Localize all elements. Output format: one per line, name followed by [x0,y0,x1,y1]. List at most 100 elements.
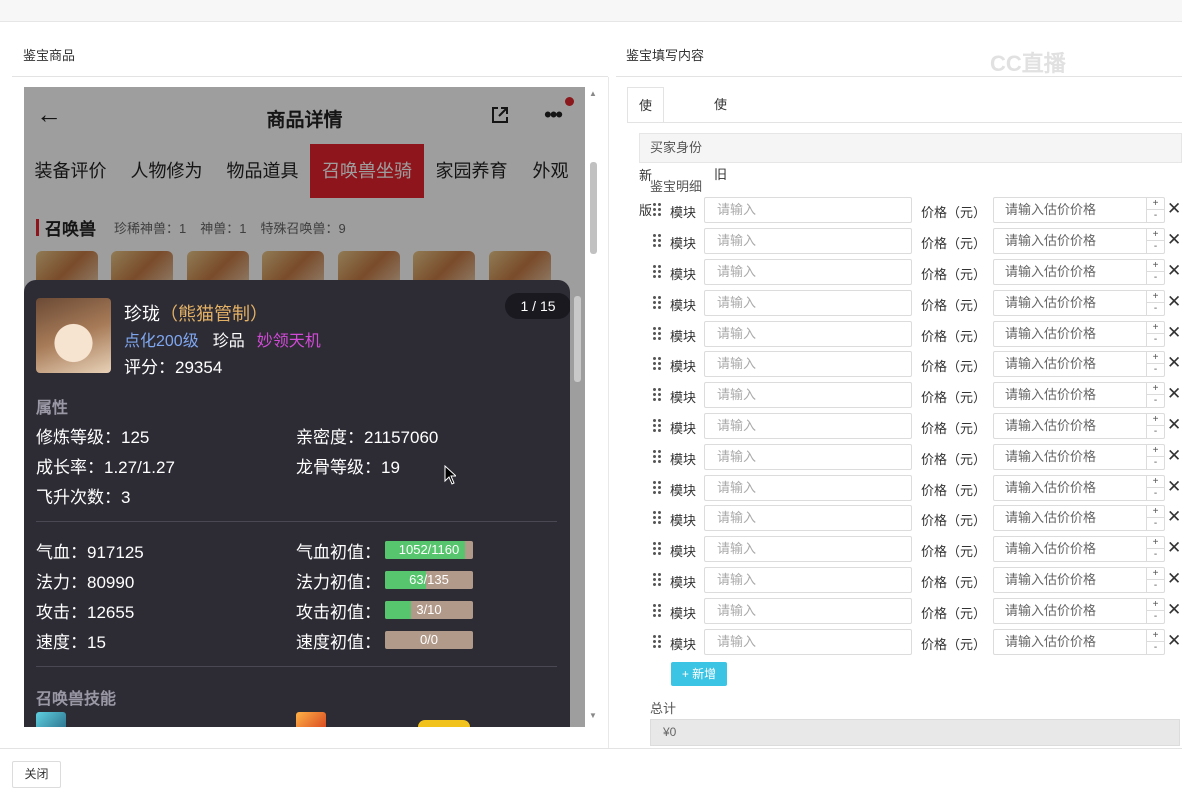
drag-handle-icon[interactable] [653,604,663,618]
price-input[interactable]: 请输入估价价格 [993,259,1165,285]
module-input[interactable]: 请输入 [704,629,912,655]
price-input[interactable]: 请输入估价价格 [993,567,1165,593]
step-down-icon[interactable]: - [1147,487,1164,499]
module-input[interactable]: 请输入 [704,197,912,223]
step-up-icon[interactable]: + [1147,537,1164,548]
scroll-up-icon[interactable]: ▲ [589,89,597,98]
step-up-icon[interactable]: + [1147,229,1164,240]
price-stepper[interactable]: + - [1146,506,1164,530]
price-stepper[interactable]: + - [1146,568,1164,592]
drag-handle-icon[interactable] [653,542,663,556]
remove-row-icon[interactable]: ✕ [1167,631,1181,651]
remove-row-icon[interactable]: ✕ [1167,230,1181,250]
price-input[interactable]: 请输入估价价格 [993,290,1165,316]
step-down-icon[interactable]: - [1147,302,1164,314]
drag-handle-icon[interactable] [653,450,663,464]
step-down-icon[interactable]: - [1147,456,1164,468]
step-down-icon[interactable]: - [1147,363,1164,375]
price-stepper[interactable]: + - [1146,291,1164,315]
step-down-icon[interactable]: - [1147,240,1164,252]
price-stepper[interactable]: + - [1146,537,1164,561]
card-scrollbar-thumb[interactable] [574,296,581,382]
step-up-icon[interactable]: + [1147,352,1164,363]
drag-handle-icon[interactable] [653,357,663,371]
step-down-icon[interactable]: - [1147,517,1164,529]
drag-handle-icon[interactable] [653,203,663,217]
drag-handle-icon[interactable] [653,511,663,525]
price-stepper[interactable]: + - [1146,260,1164,284]
step-up-icon[interactable]: + [1147,383,1164,394]
price-stepper[interactable]: + - [1146,630,1164,654]
remove-row-icon[interactable]: ✕ [1167,600,1181,620]
price-stepper[interactable]: + - [1146,198,1164,222]
price-input[interactable]: 请输入估价价格 [993,351,1165,377]
price-input[interactable]: 请输入估价价格 [993,444,1165,470]
step-up-icon[interactable]: + [1147,568,1164,579]
price-input[interactable]: 请输入估价价格 [993,197,1165,223]
price-input[interactable]: 请输入估价价格 [993,382,1165,408]
step-down-icon[interactable]: - [1147,209,1164,221]
drag-handle-icon[interactable] [653,234,663,248]
add-row-button[interactable]: + 新增 [671,662,727,686]
module-input[interactable]: 请输入 [704,598,912,624]
module-input[interactable]: 请输入 [704,382,912,408]
remove-row-icon[interactable]: ✕ [1167,199,1181,219]
step-up-icon[interactable]: + [1147,476,1164,487]
price-input[interactable]: 请输入估价价格 [993,321,1165,347]
step-up-icon[interactable]: + [1147,630,1164,641]
remove-row-icon[interactable]: ✕ [1167,446,1181,466]
step-up-icon[interactable]: + [1147,198,1164,209]
price-stepper[interactable]: + - [1146,445,1164,469]
price-input[interactable]: 请输入估价价格 [993,505,1165,531]
drag-handle-icon[interactable] [653,388,663,402]
step-down-icon[interactable]: - [1147,579,1164,591]
price-stepper[interactable]: + - [1146,599,1164,623]
step-down-icon[interactable]: - [1147,394,1164,406]
remove-row-icon[interactable]: ✕ [1167,569,1181,589]
step-up-icon[interactable]: + [1147,322,1164,333]
drag-handle-icon[interactable] [653,635,663,649]
remove-row-icon[interactable]: ✕ [1167,292,1181,312]
scroll-down-icon[interactable]: ▼ [589,711,597,720]
module-input[interactable]: 请输入 [704,259,912,285]
step-down-icon[interactable]: - [1147,333,1164,345]
price-input[interactable]: 请输入估价价格 [993,598,1165,624]
module-input[interactable]: 请输入 [704,536,912,562]
preview-scrollbar[interactable]: ▲ ▼ [588,87,598,727]
close-button[interactable]: 关闭 [12,761,61,788]
step-down-icon[interactable]: - [1147,271,1164,283]
drag-handle-icon[interactable] [653,296,663,310]
remove-row-icon[interactable]: ✕ [1167,353,1181,373]
price-input[interactable]: 请输入估价价格 [993,475,1165,501]
scrollbar-thumb[interactable] [590,162,597,254]
remove-row-icon[interactable]: ✕ [1167,384,1181,404]
module-input[interactable]: 请输入 [704,290,912,316]
tab-new-version[interactable]: 使用新版 [627,87,665,218]
drag-handle-icon[interactable] [653,419,663,433]
step-up-icon[interactable]: + [1147,260,1164,271]
step-up-icon[interactable]: + [1147,291,1164,302]
price-stepper[interactable]: + - [1146,476,1164,500]
remove-row-icon[interactable]: ✕ [1167,261,1181,281]
remove-row-icon[interactable]: ✕ [1167,323,1181,343]
step-down-icon[interactable]: - [1147,425,1164,437]
price-input[interactable]: 请输入估价价格 [993,629,1165,655]
step-down-icon[interactable]: - [1147,610,1164,622]
step-up-icon[interactable]: + [1147,414,1164,425]
price-stepper[interactable]: + - [1146,352,1164,376]
drag-handle-icon[interactable] [653,327,663,341]
drag-handle-icon[interactable] [653,481,663,495]
price-input[interactable]: 请输入估价价格 [993,228,1165,254]
price-stepper[interactable]: + - [1146,322,1164,346]
module-input[interactable]: 请输入 [704,475,912,501]
price-input[interactable]: 请输入估价价格 [993,536,1165,562]
step-down-icon[interactable]: - [1147,641,1164,653]
step-up-icon[interactable]: + [1147,599,1164,610]
drag-handle-icon[interactable] [653,265,663,279]
module-input[interactable]: 请输入 [704,444,912,470]
price-input[interactable]: 请输入估价价格 [993,413,1165,439]
step-up-icon[interactable]: + [1147,445,1164,456]
price-stepper[interactable]: + - [1146,229,1164,253]
price-stepper[interactable]: + - [1146,383,1164,407]
module-input[interactable]: 请输入 [704,413,912,439]
